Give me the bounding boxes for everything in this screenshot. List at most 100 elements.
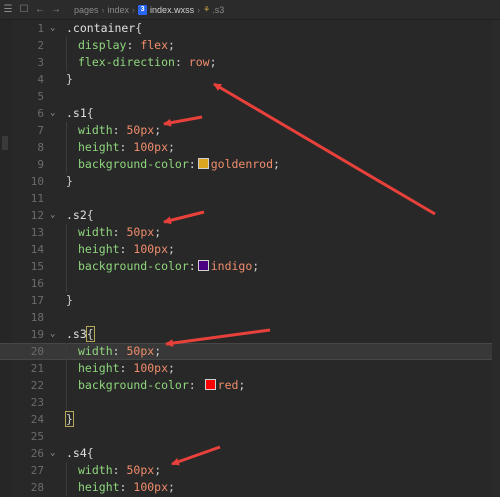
code-line[interactable]: 7 width: 50px; [0, 122, 500, 139]
line-number: 6 [37, 107, 44, 120]
chevron-right-icon: › [101, 4, 105, 15]
fold-chevron-icon[interactable]: ⌄ [50, 20, 55, 37]
line-number: 1 [37, 22, 44, 35]
code-line[interactable]: 26 ⌄ .s4{ [0, 445, 500, 462]
line-number: 24 [30, 413, 44, 426]
code-text: } [65, 411, 74, 427]
code-text: width: 50px; [78, 344, 162, 358]
code-line[interactable]: 12 ⌄ .s2{ [0, 207, 500, 224]
line-number: 25 [30, 430, 44, 443]
color-swatch[interactable] [197, 158, 209, 169]
line-number: 8 [37, 141, 44, 154]
code-line[interactable]: 25 [0, 428, 500, 445]
vertical-scrollbar[interactable] [492, 20, 500, 497]
line-number: 11 [30, 192, 44, 205]
code-text: } [66, 174, 73, 188]
line-number: 5 [37, 90, 44, 103]
code-editor[interactable]: 1 ⌄ .container{2 display: flex; 3 flex-direct… [0, 20, 500, 497]
back-arrow-icon[interactable]: ← [32, 0, 48, 19]
color-swatch[interactable] [204, 379, 216, 390]
indent-guide [66, 462, 67, 496]
code-text: width: 50px; [78, 463, 162, 477]
line-number: 13 [30, 226, 44, 239]
code-line[interactable]: 22 background-color: red; [0, 377, 500, 394]
breadcrumb-item-index[interactable]: index [108, 5, 130, 15]
fold-chevron-icon[interactable]: ⌄ [50, 326, 55, 343]
indent-guide [66, 122, 67, 173]
line-number: 14 [30, 243, 44, 256]
css-file-icon: 3 [138, 4, 148, 15]
line-number: 10 [30, 175, 44, 188]
line-number: 22 [30, 379, 44, 392]
line-number: 20 [30, 345, 44, 358]
code-line[interactable]: 27 width: 50px; [0, 462, 500, 479]
code-text: width: 50px; [78, 123, 162, 137]
code-text: height: 100px; [78, 480, 175, 494]
code-line[interactable]: 1 ⌄ .container{ [0, 20, 500, 37]
line-number: 21 [30, 362, 44, 375]
color-swatch[interactable] [197, 260, 209, 271]
fold-chevron-icon[interactable]: ⌄ [50, 207, 55, 224]
breadcrumb: pages › index › 3 index.wxss › ⚘ .s3 [74, 4, 224, 15]
code-text: } [66, 293, 73, 307]
line-number: 3 [37, 56, 44, 69]
indent-guide [66, 224, 67, 292]
chevron-right-icon: › [132, 4, 136, 15]
line-number: 7 [37, 124, 44, 137]
indent-guide [66, 37, 67, 71]
code-line[interactable]: 20 width: 50px; [0, 343, 500, 360]
code-line[interactable]: 5 [0, 88, 500, 105]
code-line[interactable]: 9 background-color: goldenrod; [0, 156, 500, 173]
symbol-class-icon: ⚘ [203, 5, 211, 14]
code-line[interactable]: 8 height: 100px; [0, 139, 500, 156]
line-number: 4 [37, 73, 44, 86]
list-icon[interactable]: ☰ [0, 0, 16, 19]
line-number: 19 [30, 328, 44, 341]
code-line[interactable]: 2 display: flex; [0, 37, 500, 54]
chevron-right-icon: › [197, 4, 201, 15]
line-number: 16 [30, 277, 44, 290]
code-line[interactable]: 10} [0, 173, 500, 190]
code-text: background-color: goldenrod; [78, 157, 280, 171]
breadcrumb-item-file[interactable]: index.wxss [150, 5, 194, 15]
code-line[interactable]: 14 height: 100px; [0, 241, 500, 258]
line-number: 15 [30, 260, 44, 273]
line-number: 28 [30, 481, 44, 494]
line-number: 2 [37, 39, 44, 52]
line-number: 23 [30, 396, 44, 409]
code-text: height: 100px; [78, 140, 175, 154]
code-line[interactable]: 16 [0, 275, 500, 292]
code-line[interactable]: 18 [0, 309, 500, 326]
bookmark-icon[interactable]: ☐ [16, 0, 32, 19]
code-line[interactable]: 24} [0, 411, 500, 428]
breadcrumb-item-symbol[interactable]: .s3 [212, 5, 224, 15]
line-number: 26 [30, 447, 44, 460]
code-line[interactable]: 28 height: 100px; [0, 479, 500, 496]
code-line[interactable]: 3 flex-direction: row; [0, 54, 500, 71]
code-line[interactable]: 19 ⌄ .s3{ [0, 326, 500, 343]
code-text: background-color: red; [78, 378, 246, 392]
line-number: 17 [30, 294, 44, 307]
code-text: } [66, 72, 73, 86]
code-line[interactable]: 17} [0, 292, 500, 309]
code-line[interactable]: 11 [0, 190, 500, 207]
code-text: height: 100px; [78, 361, 175, 375]
code-line[interactable]: 21 height: 100px; [0, 360, 500, 377]
line-number: 12 [30, 209, 44, 222]
code-text: width: 50px; [78, 225, 162, 239]
code-text: .s2{ [66, 208, 94, 222]
code-text: .s1{ [66, 106, 94, 120]
code-text: .s4{ [66, 446, 94, 460]
fold-chevron-icon[interactable]: ⌄ [50, 445, 55, 462]
code-text: background-color: indigo; [78, 259, 260, 273]
code-line[interactable]: 6 ⌄ .s1{ [0, 105, 500, 122]
code-line[interactable]: 4} [0, 71, 500, 88]
code-text: .s3{ [66, 326, 95, 342]
code-text: display: flex; [78, 38, 175, 52]
fold-chevron-icon[interactable]: ⌄ [50, 105, 55, 122]
code-line[interactable]: 15 background-color: indigo; [0, 258, 500, 275]
code-line[interactable]: 13 width: 50px; [0, 224, 500, 241]
code-line[interactable]: 23 [0, 394, 500, 411]
breadcrumb-item-pages[interactable]: pages [74, 5, 99, 15]
forward-arrow-icon[interactable]: → [48, 0, 64, 19]
